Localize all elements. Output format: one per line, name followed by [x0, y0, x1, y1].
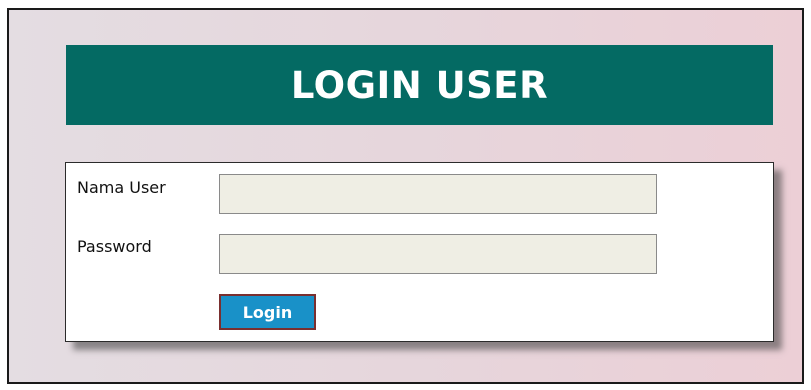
password-input[interactable]: [219, 234, 657, 274]
username-input[interactable]: [219, 174, 657, 214]
login-button[interactable]: Login: [219, 294, 316, 330]
login-window: LOGIN USER Nama User Password Login: [7, 8, 804, 384]
login-form: Nama User Password Login: [65, 162, 774, 342]
title-banner: LOGIN USER: [66, 45, 773, 125]
page-title: LOGIN USER: [290, 63, 549, 107]
username-label: Nama User: [77, 178, 166, 197]
password-label: Password: [77, 237, 152, 256]
